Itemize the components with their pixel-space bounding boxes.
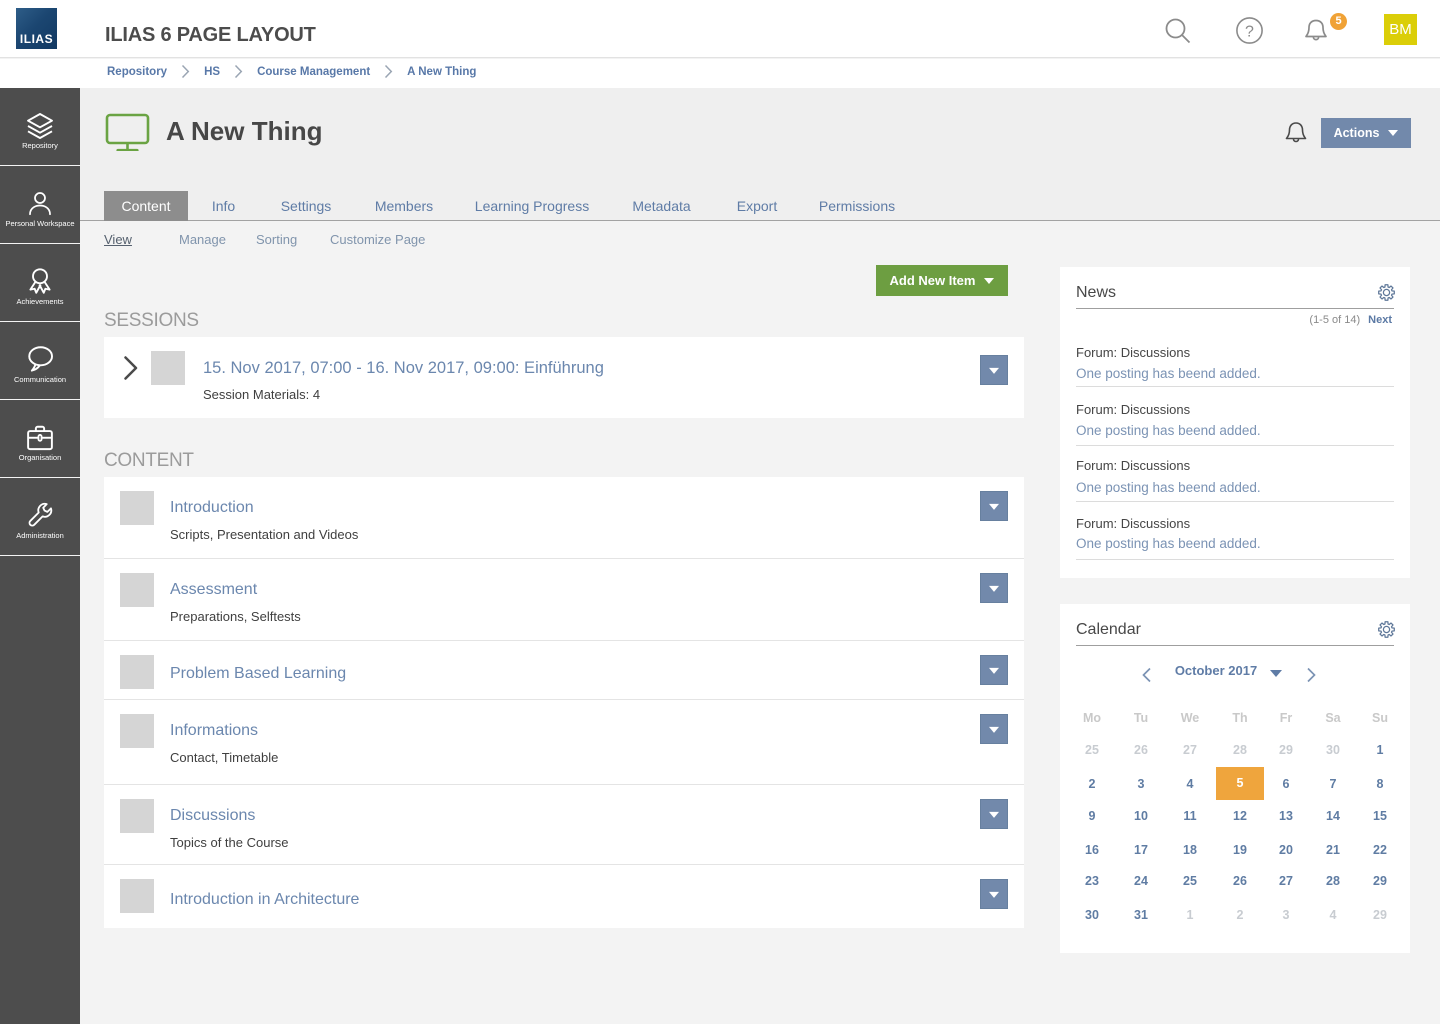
svg-text:?: ? (1245, 24, 1254, 41)
